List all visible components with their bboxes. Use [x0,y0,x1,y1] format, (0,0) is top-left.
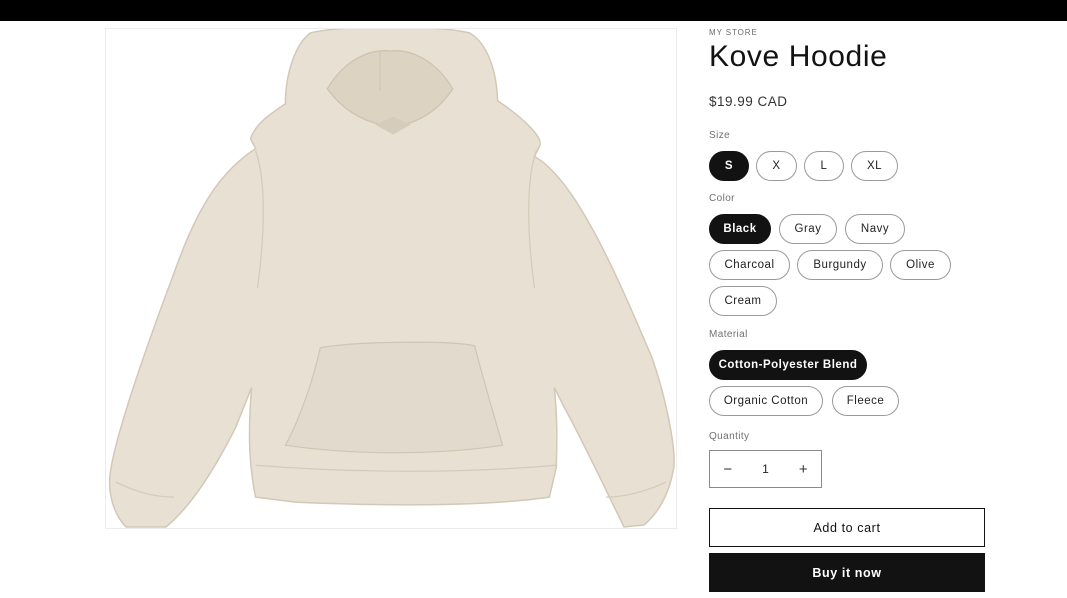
minus-icon[interactable]: − [710,451,746,487]
color-label: Color [709,193,735,204]
quantity-label: Quantity [709,431,750,442]
product-image[interactable] [105,28,677,529]
buy-now-button[interactable]: Buy it now [709,553,985,592]
material-option-cotton-polyester[interactable]: Cotton-Polyester Blend [709,350,867,380]
color-option-burgundy[interactable]: Burgundy [797,250,883,280]
color-option-navy[interactable]: Navy [845,214,905,244]
size-option-xl[interactable]: XL [851,151,898,181]
quantity-stepper: − + [709,450,822,488]
quantity-input[interactable] [745,462,786,476]
size-option-l[interactable]: L [804,151,844,181]
size-option-s[interactable]: S [709,151,749,181]
material-option-fleece[interactable]: Fleece [832,386,899,416]
color-option-gray[interactable]: Gray [779,214,837,244]
color-option-olive[interactable]: Olive [890,250,951,280]
vendor-label: MY STORE [709,28,758,37]
size-option-x[interactable]: X [756,151,797,181]
color-option-cream[interactable]: Cream [709,286,777,316]
color-option-black[interactable]: Black [709,214,771,244]
plus-icon[interactable]: + [786,451,822,487]
product-price: $19.99 CAD [709,94,788,109]
hoodie-image [106,29,676,528]
product-title: Kove Hoodie [709,40,888,73]
size-label: Size [709,130,731,141]
material-option-organic-cotton[interactable]: Organic Cotton [709,386,823,416]
announcement-bar [0,0,1067,21]
add-to-cart-button[interactable]: Add to cart [709,508,985,547]
material-label: Material [709,329,748,340]
color-option-charcoal[interactable]: Charcoal [709,250,790,280]
